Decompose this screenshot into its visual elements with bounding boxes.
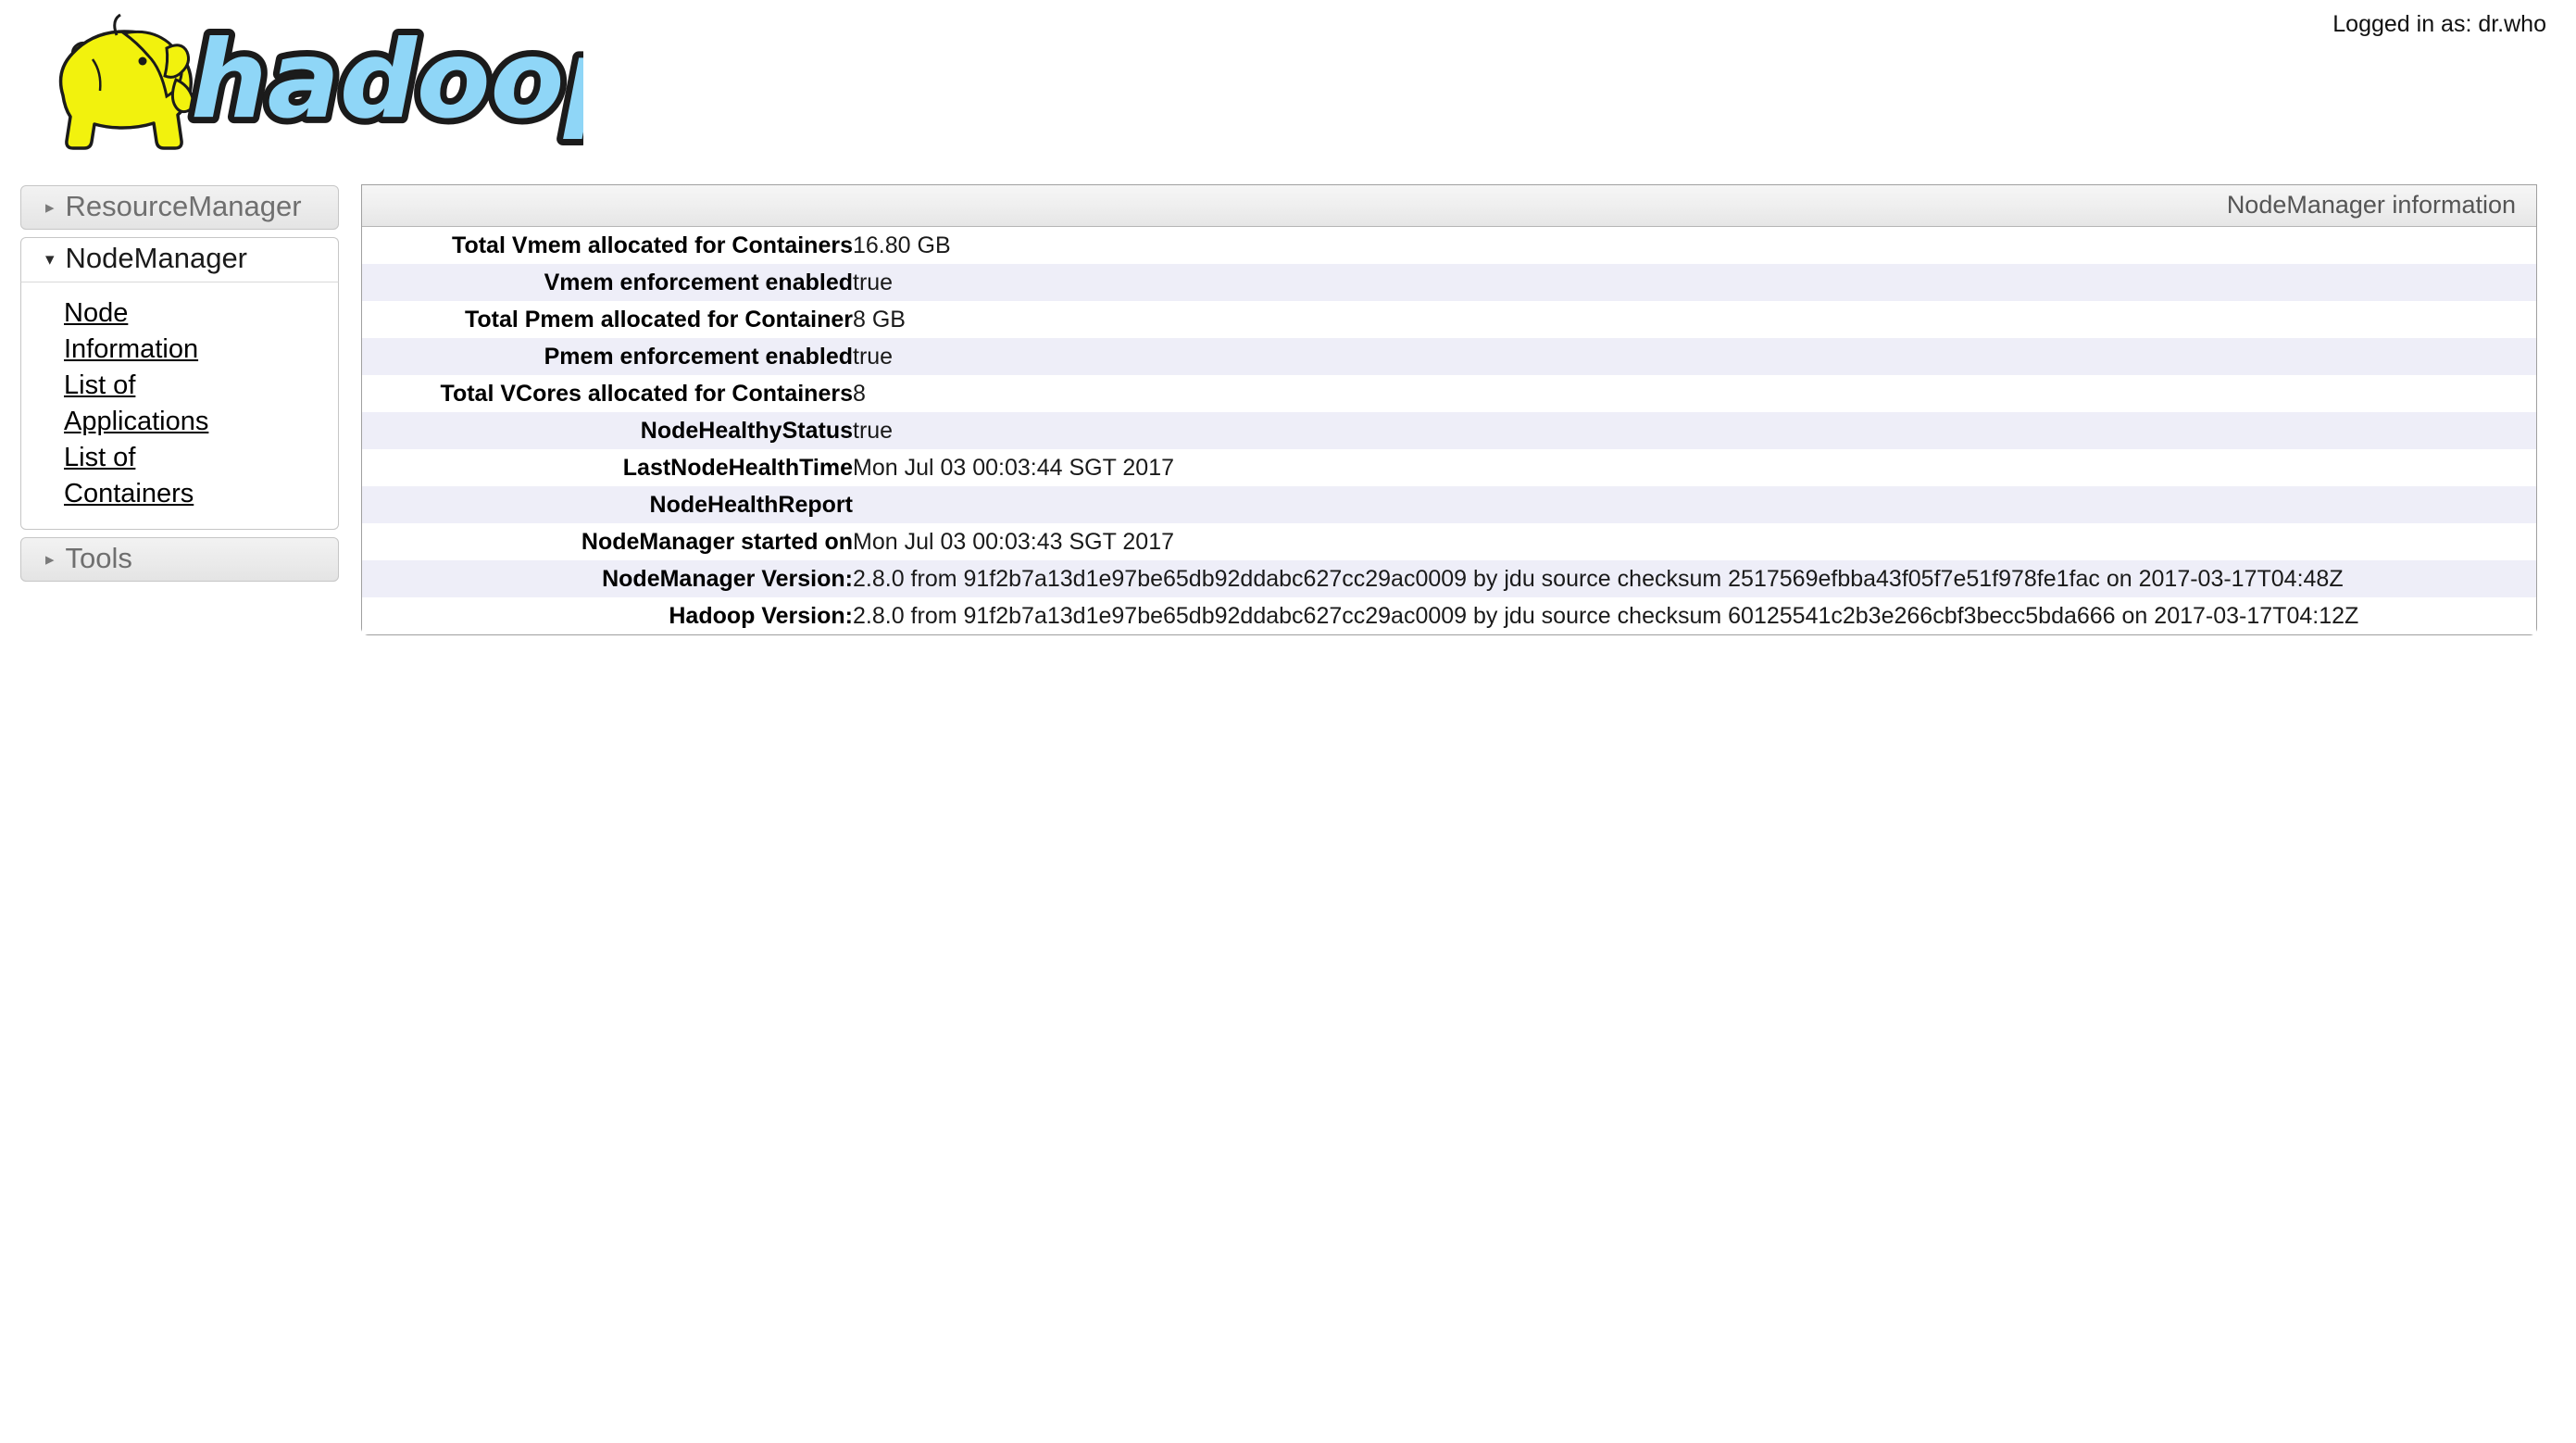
table-cell-key: NodeManager Version: [602,566,853,592]
table-cell-key: NodeHealthyStatus [640,418,853,444]
elephant-icon [58,13,195,150]
table-cell-key: Vmem enforcement enabled [544,270,853,295]
table-cell-key: Total Vmem allocated for Containers [452,232,853,258]
table-cell-value: true [853,344,894,370]
table-cell-key: NodeManager started on [581,529,853,555]
table-cell-value: 8 GB [853,307,906,333]
sidebar-nav: ▸ ResourceManager ▾ NodeManager Node Infor… [20,185,339,589]
table-cell-value: Mon Jul 03 00:03:44 SGT 2017 [853,455,1174,481]
sidebar-link-list: Node Information List of Applications Li… [21,295,338,512]
table-cell-value: 8 [853,381,866,407]
hadoop-logo: hadoop hadoop [28,7,647,156]
table-row: NodeHealthReport [362,486,2536,523]
table-row: Hadoop Version: 2.8.0 from 91f2b7a13d1e97… [362,597,2536,634]
sidebar-item-resourcemanager[interactable]: ▸ ResourceManager [20,185,339,230]
logged-in-user: Logged in as: dr.who [2332,11,2546,37]
sidebar-section-nodemanager: ▾ NodeManager Node Information List of Ap… [20,237,339,530]
sidebar-section-resourcemanager: ▸ ResourceManager [20,185,339,230]
table-cell-key: Total Pmem allocated for Container [464,307,853,333]
table-cell-value: 2.8.0 from 91f2b7a13d1e97be65db92ddabc62… [853,566,2344,592]
table-cell-value: true [853,270,894,295]
chevron-right-icon: ▸ [45,198,55,218]
chevron-right-icon: ▸ [45,550,55,570]
sidebar-item-nodemanager[interactable]: ▾ NodeManager [20,237,339,282]
table-row: NodeManager Version: 2.8.0 from 91f2b7a13… [362,560,2536,597]
table-row: Vmem enforcement enabled true [362,264,2536,301]
list-item: List of Applications [64,368,223,440]
table-cell-key: Pmem enforcement enabled [544,344,853,370]
sidebar-item-label: ResourceManager [65,190,302,222]
panel-title: NodeManager information [362,185,2536,227]
sidebar-link-list-of-applications[interactable]: List of Applications [64,370,208,436]
sidebar-item-label: Tools [65,542,132,574]
table-cell-key: Hadoop Version: [669,603,853,629]
table-row: NodeHealthyStatus true [362,412,2536,449]
table-cell-key: LastNodeHealthTime [622,455,853,481]
table-row: Total VCores allocated for Containers 8 [362,375,2536,412]
hadoop-wordmark: hadoop hadoop [184,11,647,149]
table-cell-value: 2.8.0 from 91f2b7a13d1e97be65db92ddabc62… [853,603,2359,629]
table-row: Total Pmem allocated for Container 8 GB [362,301,2536,338]
table-cell-key: Total VCores allocated for Containers [440,381,853,407]
chevron-down-icon: ▾ [45,250,55,270]
list-item: Node Information [64,295,223,368]
table-cell-value: Mon Jul 03 00:03:43 SGT 2017 [853,529,1174,555]
table-row: Pmem enforcement enabled true [362,338,2536,375]
nodemanager-info-table: Total Vmem allocated for Containers 16.80… [362,227,2536,634]
table-cell-key: NodeHealthReport [649,492,853,518]
sidebar-link-node-information[interactable]: Node Information [64,298,198,364]
table-cell-value: true [853,418,894,444]
sidebar-item-label: NodeManager [65,242,248,274]
table-row: NodeManager started on Mon Jul 03 00:03:4… [362,523,2536,560]
sidebar-item-tools[interactable]: ▸ Tools [20,537,339,582]
table-row: LastNodeHealthTime Mon Jul 03 00:03:44 SG… [362,449,2536,486]
table-row: Total Vmem allocated for Containers 16.80… [362,227,2536,264]
table-cell-value [853,486,2536,523]
table-cell-value: 16.80 GB [853,232,951,258]
list-item: List of Containers [64,440,223,512]
sidebar-submenu-nodemanager: Node Information List of Applications Li… [20,282,339,530]
svg-text:hadoop: hadoop [191,18,583,143]
sidebar-link-list-of-containers[interactable]: List of Containers [64,443,194,508]
content-panel: NodeManager information Total Vmem alloc… [361,184,2537,635]
page-header: hadoop hadoop Logged in as: dr.who [0,0,2576,167]
sidebar-section-tools: ▸ Tools [20,537,339,582]
